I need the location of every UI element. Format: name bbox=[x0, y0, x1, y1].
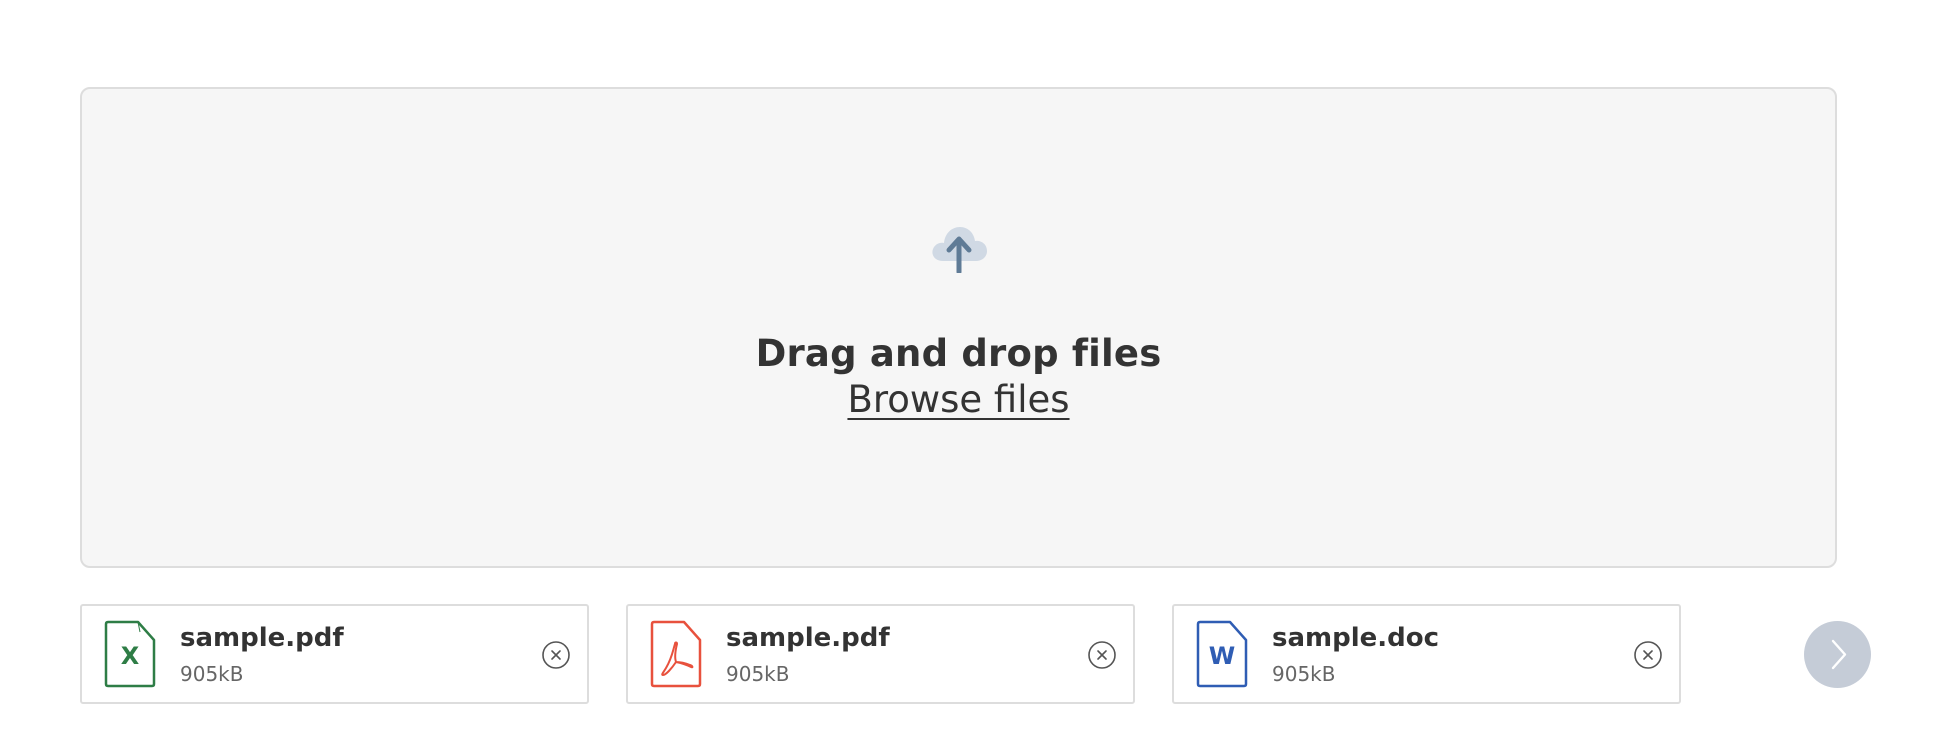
file-card: sample.pdf 905kB bbox=[626, 604, 1135, 704]
remove-file-button[interactable] bbox=[1087, 640, 1117, 670]
file-name: sample.doc bbox=[1272, 623, 1440, 653]
dropzone-title: Drag and drop files bbox=[755, 332, 1162, 375]
excel-file-icon: X bbox=[104, 620, 156, 688]
pdf-file-icon bbox=[650, 620, 702, 688]
file-dropzone[interactable]: Drag and drop files Browse files bbox=[80, 87, 1837, 568]
remove-file-button[interactable] bbox=[1633, 640, 1663, 670]
word-icon-letter: W bbox=[1209, 642, 1235, 670]
file-card: X sample.pdf 905kB bbox=[80, 604, 589, 704]
chevron-right-icon bbox=[1831, 639, 1847, 670]
file-size: 905kB bbox=[180, 662, 244, 686]
file-card: W sample.doc 905kB bbox=[1172, 604, 1681, 704]
remove-file-button[interactable] bbox=[541, 640, 571, 670]
next-files-button[interactable] bbox=[1804, 621, 1871, 688]
word-file-icon: W bbox=[1196, 620, 1248, 688]
file-name: sample.pdf bbox=[180, 623, 344, 653]
file-name: sample.pdf bbox=[726, 623, 890, 653]
file-size: 905kB bbox=[1272, 662, 1336, 686]
file-size: 905kB bbox=[726, 662, 790, 686]
excel-icon-letter: X bbox=[121, 642, 140, 670]
browse-files-link[interactable]: Browse files bbox=[847, 377, 1069, 423]
cloud-upload-icon bbox=[931, 227, 987, 273]
